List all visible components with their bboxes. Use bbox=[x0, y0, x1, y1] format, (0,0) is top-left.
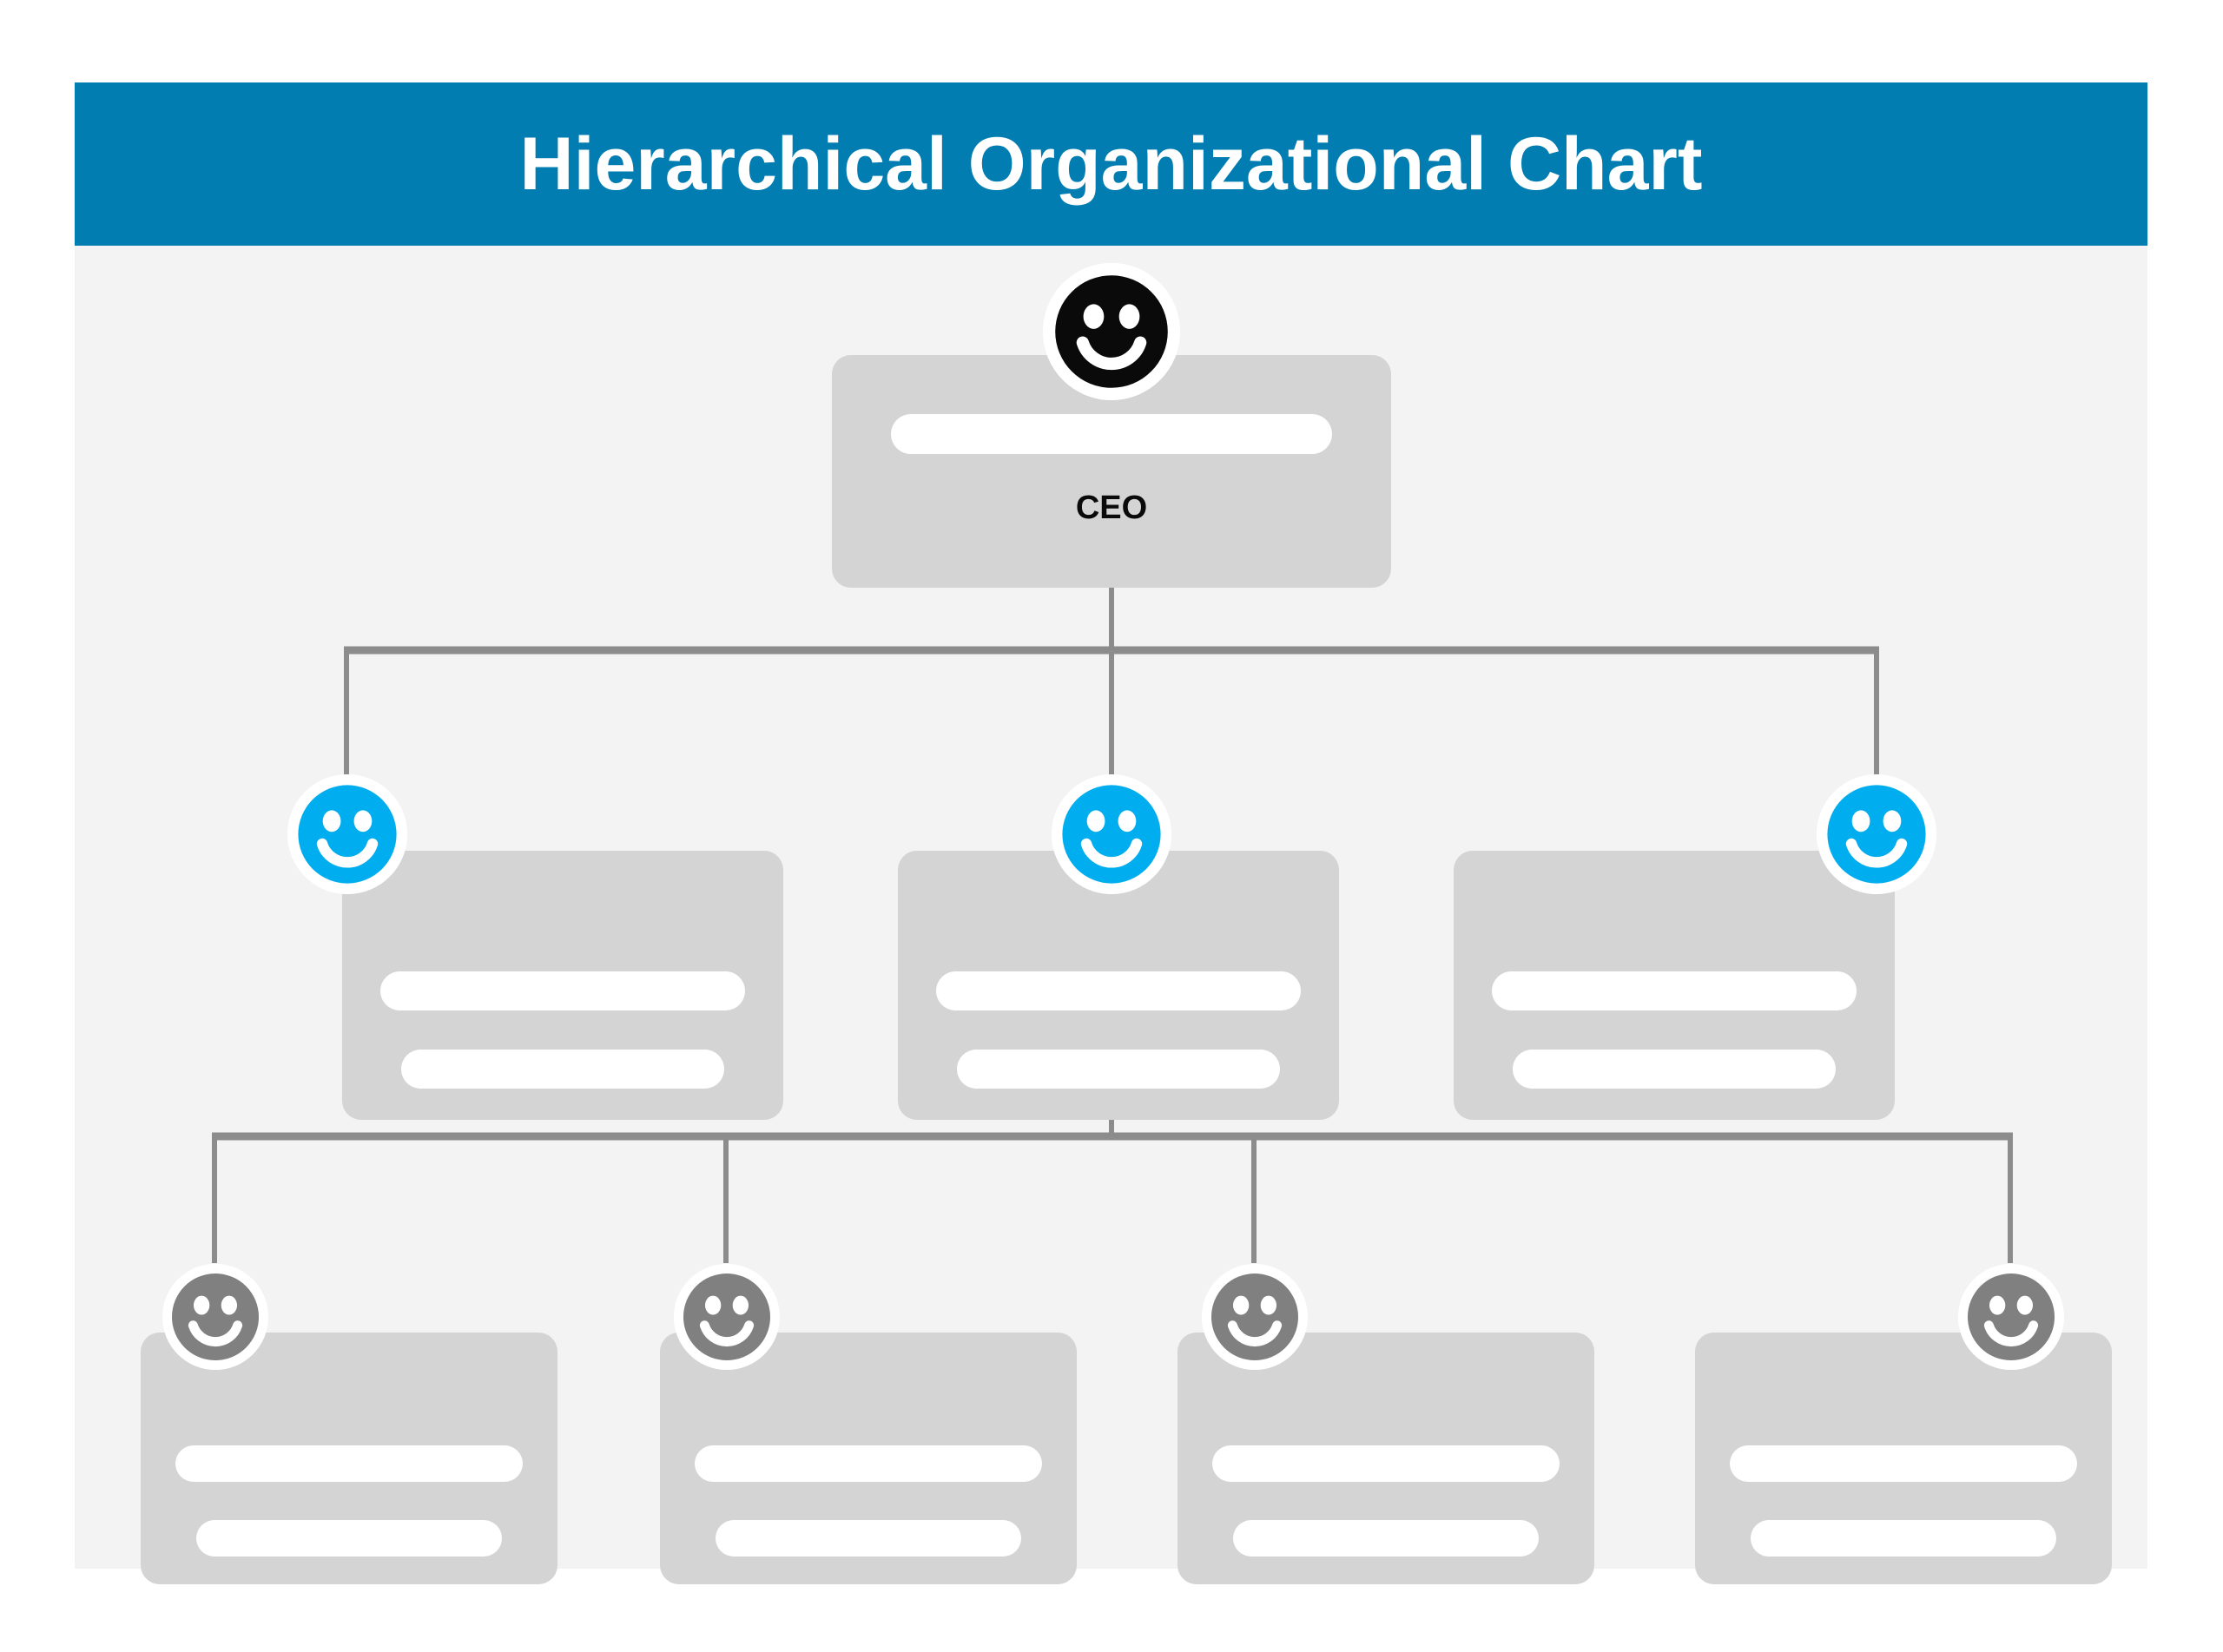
smiley-face-icon bbox=[1202, 1264, 1308, 1370]
org-chart-figure: Hierarchical Organizational Chart CEO bbox=[0, 0, 2223, 1652]
smiley-face-icon bbox=[674, 1264, 780, 1370]
page-title: Hierarchical Organizational Chart bbox=[519, 122, 1703, 206]
smiley-face-icon bbox=[1052, 774, 1171, 894]
node-detail-bar bbox=[695, 1445, 1042, 1482]
smiley-face-icon bbox=[162, 1264, 268, 1370]
chart-header-bar: Hierarchical Organizational Chart bbox=[75, 82, 2147, 246]
node-card[interactable] bbox=[342, 851, 783, 1120]
node-card[interactable] bbox=[141, 1333, 557, 1584]
node-detail-bar bbox=[175, 1445, 523, 1482]
smiley-face-icon bbox=[1043, 263, 1180, 400]
node-card[interactable] bbox=[1177, 1333, 1594, 1584]
node-card[interactable] bbox=[660, 1333, 1077, 1584]
node-detail-bar bbox=[957, 1050, 1280, 1089]
node-detail-bar bbox=[196, 1520, 502, 1557]
node-detail-bar bbox=[1233, 1520, 1539, 1557]
node-detail-bar bbox=[936, 971, 1301, 1010]
node-detail-bar bbox=[716, 1520, 1021, 1557]
node-detail-bar bbox=[380, 971, 745, 1010]
node-detail-bar bbox=[401, 1050, 724, 1089]
node-detail-bar bbox=[1492, 971, 1857, 1010]
smiley-face-icon bbox=[1817, 774, 1936, 894]
node-detail-bar bbox=[891, 414, 1332, 454]
node-detail-bar bbox=[1730, 1445, 2077, 1482]
smiley-face-icon bbox=[1958, 1264, 2064, 1370]
smiley-face-icon bbox=[287, 774, 407, 894]
node-detail-bar bbox=[1751, 1520, 2056, 1557]
node-label: CEO bbox=[1075, 490, 1148, 526]
node-detail-bar bbox=[1513, 1050, 1836, 1089]
node-card[interactable] bbox=[1695, 1333, 2112, 1584]
chart-canvas: CEO bbox=[75, 246, 2147, 1584]
node-detail-bar bbox=[1212, 1445, 1560, 1482]
